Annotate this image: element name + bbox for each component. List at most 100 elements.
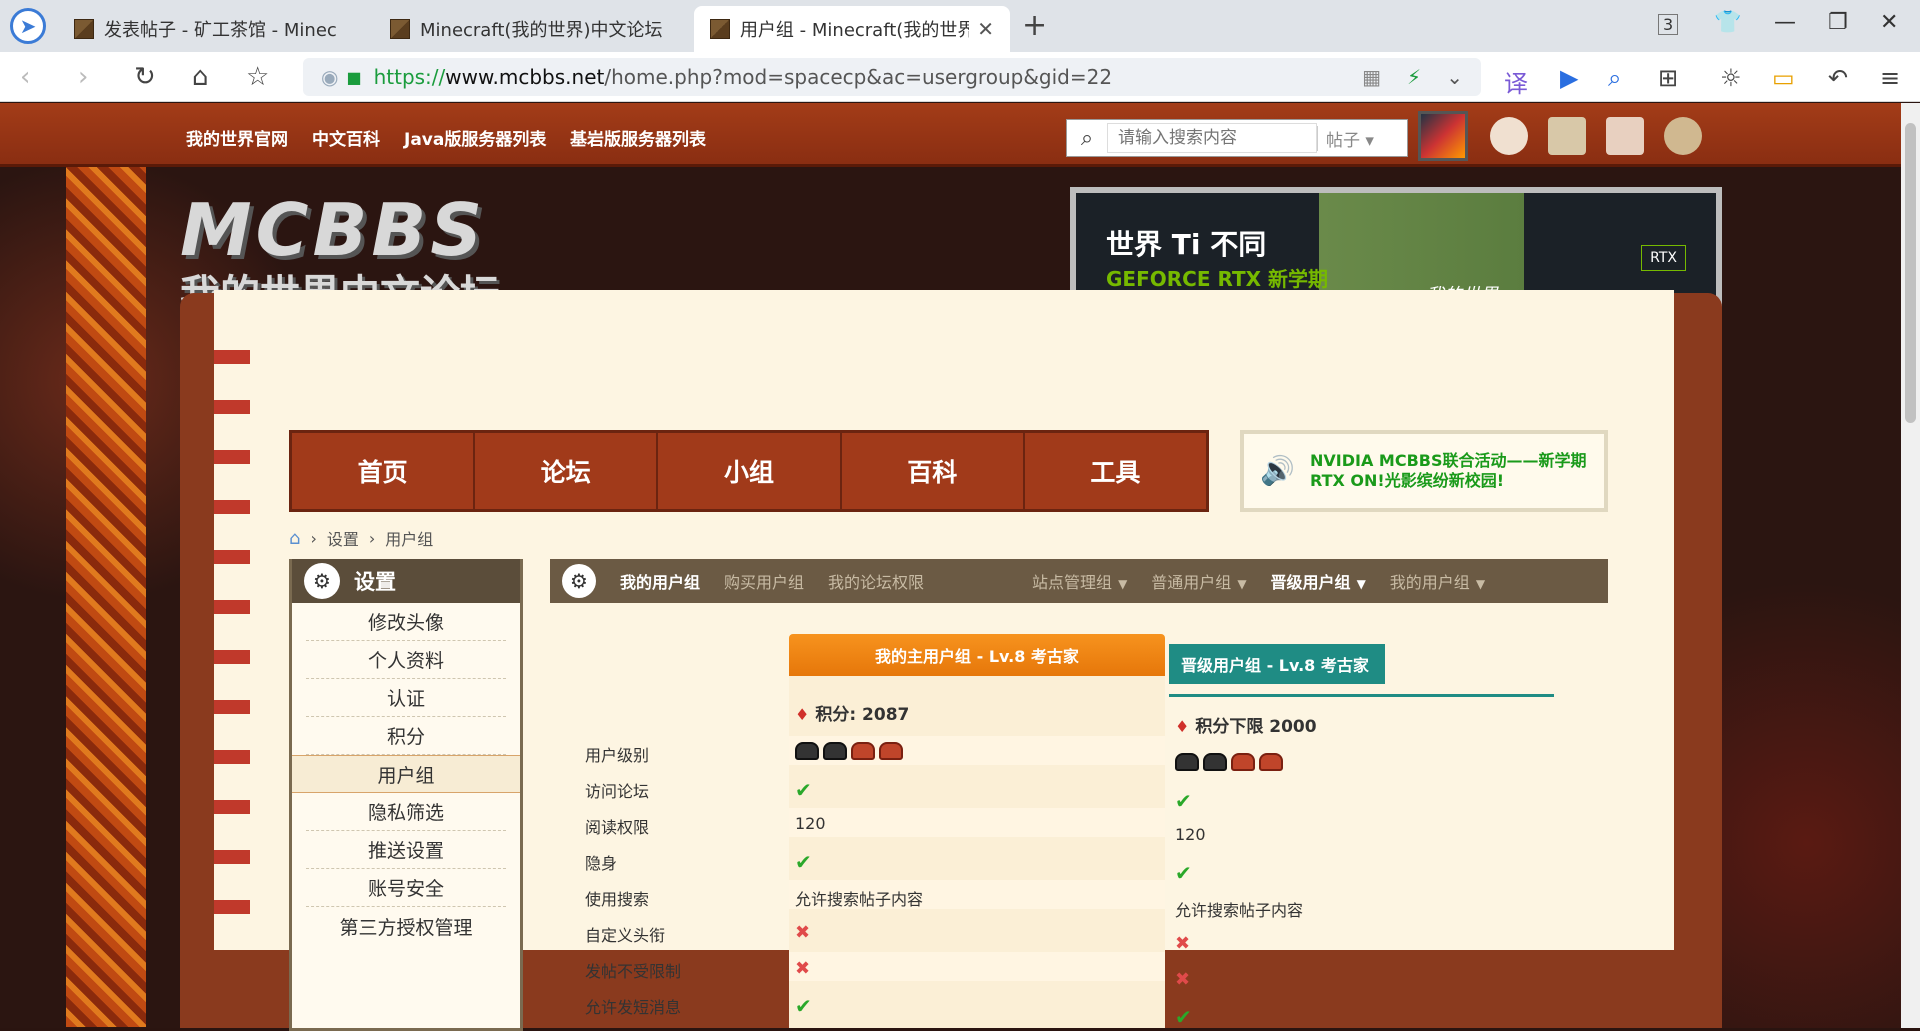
permission-label: 自定义头衔: [585, 926, 666, 945]
browser-tab[interactable]: 发表帖子 - 矿工茶馆 - Minec: [58, 6, 370, 52]
breadcrumb: ⌂ › 设置 › 用户组: [289, 526, 433, 550]
tab-label: 普通用户组: [1151, 573, 1232, 592]
new-tab-icon[interactable]: +: [1022, 8, 1047, 43]
shirt-icon[interactable]: 👕: [1714, 10, 1741, 35]
nav-link-wiki[interactable]: 中文百科: [312, 125, 380, 150]
level-badge-icon: [1259, 753, 1283, 771]
url-path: /home.php?mod=spacecp&ac=usergroup&gid=2…: [604, 65, 1113, 89]
close-window-icon[interactable]: ✕: [1880, 10, 1898, 35]
main-nav-groups[interactable]: 小组: [658, 433, 842, 509]
battery-icon[interactable]: ▭: [1772, 64, 1795, 92]
avatar[interactable]: [1418, 111, 1468, 161]
sidebar-item-push[interactable]: 推送设置: [306, 831, 506, 869]
sidebar-item-avatar[interactable]: 修改头像: [306, 603, 506, 641]
sidebar-item-privacy[interactable]: 隐私筛选: [306, 793, 506, 831]
site-logo[interactable]: MCBBS 我的世界中文论坛: [180, 188, 550, 318]
nav-link-bedrock-servers[interactable]: 基岩版服务器列表: [570, 125, 706, 150]
messages-icon[interactable]: [1490, 117, 1528, 155]
permission-value: 120: [795, 814, 826, 833]
browser-logo-icon[interactable]: ➤: [10, 8, 46, 44]
banner-rtx-badge: RTX: [1641, 245, 1686, 271]
translate-icon[interactable]: 译: [1504, 64, 1528, 99]
tab-label: 站点管理组: [1032, 573, 1113, 592]
home-icon[interactable]: ⌂: [192, 62, 209, 92]
lightning-icon[interactable]: ⚡: [1407, 65, 1421, 89]
points-value: 积分: 2087: [815, 705, 910, 725]
permission-label: 隐身: [585, 854, 618, 873]
dropdown-arrow-icon: ▼: [1356, 577, 1366, 591]
reload-icon[interactable]: ↻: [134, 62, 156, 92]
level-badge-icon: [1175, 753, 1199, 771]
tab-site-admin-groups[interactable]: 站点管理组 ▼: [1032, 569, 1127, 593]
search-type-select[interactable]: 帖子 ▾: [1317, 125, 1407, 151]
minimize-icon[interactable]: —: [1774, 10, 1796, 35]
brightness-icon[interactable]: ☼: [1720, 64, 1742, 92]
page-scrollbar[interactable]: [1901, 103, 1920, 1028]
cross-icon: ✖: [1175, 933, 1191, 954]
level-badge-icon: [823, 742, 847, 760]
undo-icon[interactable]: ↶: [1828, 64, 1848, 92]
announcement[interactable]: 🔊 NVIDIA MCBBS联合活动——新学期RTX ON!光影缤纷新校园!: [1240, 430, 1608, 512]
close-tab-icon[interactable]: ✕: [977, 17, 994, 41]
url-host: www.mcbbs.net: [445, 65, 605, 89]
search-type-label: 帖子: [1326, 130, 1360, 151]
sidebar-item-oauth[interactable]: 第三方授权管理: [306, 907, 506, 945]
tab-normal-groups[interactable]: 普通用户组 ▼: [1151, 569, 1246, 593]
browser-tab-active[interactable]: 用户组 - Minecraft(我的世界 ✕: [694, 6, 1010, 52]
tab-upgrade-groups[interactable]: 晋级用户组 ▼: [1271, 569, 1366, 593]
permission-value: 120: [1175, 825, 1206, 844]
level-badge-icon: [795, 742, 819, 760]
menu-icon[interactable]: ≡: [1880, 64, 1900, 92]
check-icon: ✔: [1175, 861, 1192, 885]
browser-tab[interactable]: Minecraft(我的世界)中文论坛: [374, 6, 686, 52]
row-stripe: [789, 952, 1165, 981]
cookie-icon[interactable]: [1664, 117, 1702, 155]
breadcrumb-item[interactable]: 设置: [327, 526, 359, 550]
notifications-icon[interactable]: [1548, 117, 1586, 155]
sidebar-item-verify[interactable]: 认证: [306, 679, 506, 717]
main-nav: 首页 论坛 小组 百科 工具: [289, 430, 1209, 512]
qr-code-icon[interactable]: ▦: [1362, 65, 1381, 89]
url-protocol: https://: [373, 65, 446, 89]
tab-buy-usergroup[interactable]: 购买用户组: [724, 569, 804, 593]
pin-icon: ♦: [1175, 717, 1190, 736]
main-nav-home[interactable]: 首页: [292, 433, 476, 509]
nav-link-official[interactable]: 我的世界官网: [186, 125, 288, 150]
main-nav-wiki[interactable]: 百科: [842, 433, 1025, 509]
settings-sidebar: ⚙ 设置 修改头像 个人资料 认证 积分 用户组 隐私筛选 推送设置 账号安全 …: [289, 559, 523, 1031]
sidebar-item-security[interactable]: 账号安全: [306, 869, 506, 907]
site-info-icon[interactable]: ◉: [321, 65, 338, 89]
back-icon[interactable]: ‹: [20, 62, 30, 92]
points-value: 积分下限 2000: [1195, 717, 1317, 737]
tab-title: 发表帖子 - 矿工茶馆 - Minec: [104, 20, 337, 41]
breadcrumb-separator: ›: [310, 528, 317, 548]
sidebar-item-credits[interactable]: 积分: [306, 717, 506, 755]
tab-my-groups[interactable]: 我的用户组 ▼: [1390, 569, 1485, 593]
tab-forum-permissions[interactable]: 我的论坛权限: [828, 569, 924, 593]
bookmark-star-icon[interactable]: ☆: [246, 62, 269, 92]
forward-icon[interactable]: ›: [78, 62, 88, 92]
search-tool-icon[interactable]: ⌕: [1608, 64, 1621, 92]
user-menu-icon[interactable]: [1606, 117, 1644, 155]
main-nav-forum[interactable]: 论坛: [475, 433, 659, 509]
tab-my-usergroup[interactable]: 我的用户组: [620, 569, 700, 593]
cross-icon: ✖: [795, 922, 811, 943]
home-icon[interactable]: ⌂: [289, 528, 300, 549]
upgrade-usergroup-header: 晋级用户组 - Lv.8 考古家: [1169, 644, 1385, 684]
main-nav-tools[interactable]: 工具: [1025, 433, 1206, 509]
site-top-nav: 我的世界官网 中文百科 Java版服务器列表 基岩版服务器列表 ⌕ 帖子 ▾: [0, 103, 1901, 167]
restore-icon[interactable]: ❐: [1828, 10, 1848, 35]
video-icon[interactable]: ▶: [1560, 64, 1578, 92]
search-input[interactable]: [1107, 123, 1317, 153]
sidebar-item-profile[interactable]: 个人资料: [306, 641, 506, 679]
sidebar-item-usergroup[interactable]: 用户组: [292, 755, 520, 793]
tab-count-badge[interactable]: 3: [1658, 14, 1679, 35]
dropdown-arrow-icon: ▼: [1118, 577, 1128, 591]
announcement-text[interactable]: NVIDIA MCBBS联合活动——新学期RTX ON!光影缤纷新校园!: [1310, 451, 1604, 491]
url-field[interactable]: ◉ ■ https:// www.mcbbs.net /home.php?mod…: [303, 58, 1481, 96]
apps-grid-icon[interactable]: ⊞: [1658, 64, 1678, 92]
chevron-down-icon[interactable]: ⌄: [1446, 65, 1463, 89]
nav-link-java-servers[interactable]: Java版服务器列表: [404, 125, 546, 150]
scrollbar-thumb[interactable]: [1905, 123, 1916, 423]
search-icon[interactable]: ⌕: [1067, 126, 1107, 151]
